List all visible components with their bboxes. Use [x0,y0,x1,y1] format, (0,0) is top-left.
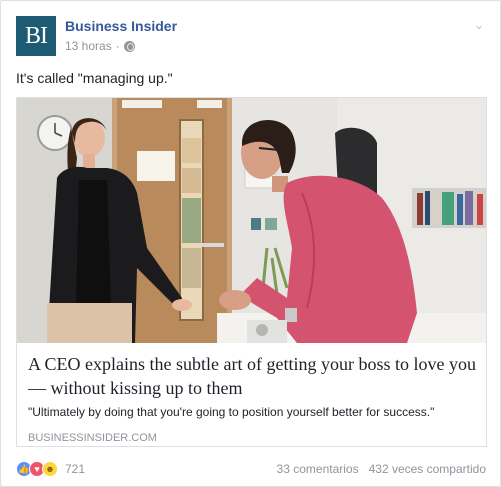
article-description: "Ultimately by doing that you're going t… [28,405,435,419]
haha-reaction-icon: ☻ [42,461,58,477]
post-meta: 13 horas · [65,39,135,53]
preview-body: A CEO explains the subtle art of getting… [28,352,476,444]
link-preview[interactable]: A CEO explains the subtle art of getting… [16,97,487,447]
post-footer: 👍 ♥ ☻ 721 33 comentarios 432 veces compa… [16,459,486,479]
post-card: BI Business Insider 13 horas · ⌄ It's ca… [0,0,501,487]
meta-separator: · [115,39,120,53]
shares-count-link[interactable]: 432 veces compartido [369,462,486,476]
reaction-summary[interactable]: 👍 ♥ ☻ 721 [16,461,85,477]
globe-icon[interactable] [123,40,135,52]
avatar[interactable]: BI [16,16,56,56]
reaction-count[interactable]: 721 [65,462,85,476]
avatar-text: BI [25,23,48,49]
article-headline[interactable]: A CEO explains the subtle art of getting… [28,352,476,400]
article-domain: BUSINESSINSIDER.COM [28,432,157,444]
post-header: BI Business Insider 13 horas · ⌄ [16,16,488,58]
comments-count-link[interactable]: 33 comentarios [277,462,359,476]
timestamp-link[interactable]: 13 horas [65,39,112,53]
chevron-down-icon[interactable]: ⌄ [472,18,486,32]
article-photo[interactable] [17,98,486,343]
post-text: It's called "managing up." [16,70,173,86]
page-name-link[interactable]: Business Insider [65,18,177,34]
